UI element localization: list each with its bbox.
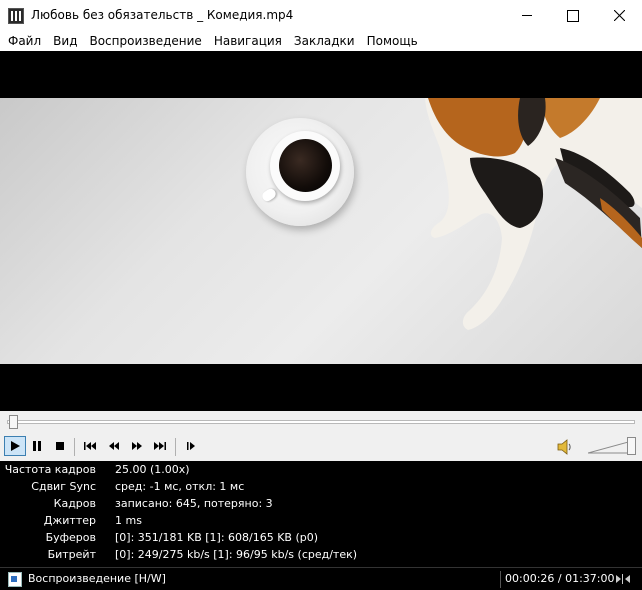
close-icon	[613, 10, 625, 21]
stat-value: [0]: 351/181 KB [1]: 608/165 KB (p0)	[115, 531, 319, 544]
cat-image	[425, 98, 642, 330]
volume-thumb[interactable]	[627, 437, 636, 455]
stat-value: записано: 645, потеряно: 3	[115, 497, 273, 510]
fast-forward-button[interactable]	[126, 436, 148, 456]
minimize-button[interactable]	[504, 0, 550, 31]
stat-label: Частота кадров	[4, 463, 96, 476]
stat-value: [0]: 249/275 kb/s [1]: 96/95 kb/s (сред/…	[115, 548, 358, 561]
menu-navigation[interactable]: Навигация	[208, 31, 288, 51]
stat-row-jitter: Джиттер 1 ms	[0, 513, 642, 529]
skip-back-icon	[84, 442, 96, 450]
skip-forward-button[interactable]	[149, 436, 171, 456]
stat-row-buffers: Буферов [0]: 351/181 KB [1]: 608/165 KB …	[0, 530, 642, 546]
resize-grip-icon[interactable]	[615, 572, 631, 586]
skip-back-button[interactable]	[79, 436, 101, 456]
stat-value: 1 ms	[115, 514, 142, 527]
seek-thumb[interactable]	[9, 415, 19, 429]
rewind-button[interactable]	[103, 436, 125, 456]
seek-track[interactable]	[7, 420, 635, 424]
menu-playback[interactable]: Воспроизведение	[83, 31, 207, 51]
menu-view[interactable]: Вид	[47, 31, 83, 51]
pause-button[interactable]	[26, 436, 48, 456]
stop-icon	[56, 442, 64, 450]
video-frame	[0, 98, 642, 364]
stat-row-bitrate: Битрейт [0]: 249/275 kb/s [1]: 96/95 kb/…	[0, 547, 642, 563]
stat-row-frames: Кадров записано: 645, потеряно: 3	[0, 496, 642, 512]
stat-label: Сдвиг Sync	[31, 480, 96, 493]
stat-label: Битрейт	[47, 548, 96, 561]
fast-forward-icon	[132, 442, 142, 450]
menu-help[interactable]: Помощь	[361, 31, 424, 51]
play-icon	[11, 441, 20, 451]
time-display[interactable]: 00:00:26 / 01:37:00	[505, 572, 615, 586]
stat-row-sync: Сдвиг Sync сред: -1 мс, откл: 1 мс	[0, 479, 642, 495]
seek-bar[interactable]	[0, 411, 642, 434]
stat-row-framerate: Частота кадров 25.00 (1.00x)	[0, 462, 642, 478]
title-bar[interactable]: Любовь без обязательств _ Комедия.mp4	[0, 0, 642, 31]
separator	[500, 571, 501, 588]
pause-icon	[33, 441, 41, 451]
playback-controls	[0, 434, 642, 461]
close-button[interactable]	[596, 0, 642, 31]
separator	[175, 438, 176, 456]
stat-label: Кадров	[53, 497, 96, 510]
stat-label: Джиттер	[43, 514, 96, 527]
media-player-icon[interactable]	[8, 8, 24, 24]
volume-slider[interactable]	[588, 440, 632, 454]
video-area[interactable]	[0, 51, 642, 411]
stop-button[interactable]	[49, 436, 71, 456]
menu-file[interactable]: Файл	[2, 31, 47, 51]
menu-bookmarks[interactable]: Закладки	[288, 31, 361, 51]
rewind-icon	[109, 442, 119, 450]
status-bar: Воспроизведение [H/W] 00:00:26 / 01:37:0…	[0, 567, 642, 590]
maximize-button[interactable]	[550, 0, 596, 31]
status-text: Воспроизведение [H/W]	[28, 572, 166, 585]
speaker-icon[interactable]	[557, 439, 573, 455]
stat-label: Буферов	[45, 531, 96, 544]
frame-step-button[interactable]	[180, 436, 202, 456]
skip-forward-icon	[154, 442, 166, 450]
menu-bar: Файл Вид Воспроизведение Навигация Закла…	[0, 31, 642, 51]
separator	[74, 438, 75, 456]
status-icon	[8, 572, 22, 587]
statistics-panel: Частота кадров 25.00 (1.00x) Сдвиг Sync …	[0, 461, 642, 567]
play-button[interactable]	[4, 436, 26, 456]
stat-value: 25.00 (1.00x)	[115, 463, 190, 476]
stat-value: сред: -1 мс, откл: 1 мс	[115, 480, 245, 493]
frame-step-icon	[187, 442, 195, 450]
window-title: Любовь без обязательств _ Комедия.mp4	[31, 8, 294, 22]
